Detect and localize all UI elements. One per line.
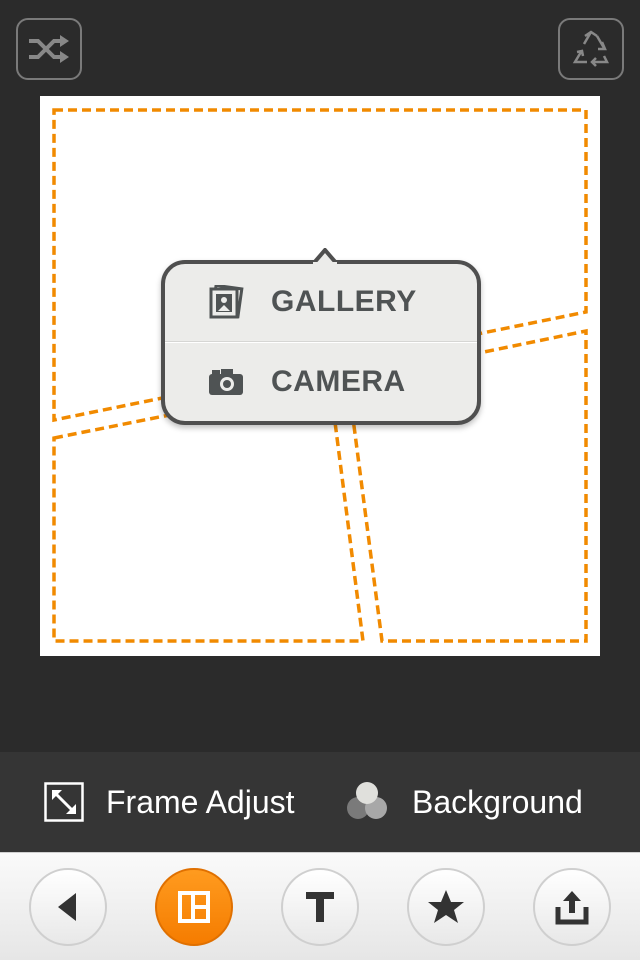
gallery-label: GALLERY [271,285,417,318]
frame-adjust-icon [44,782,84,822]
text-button[interactable] [281,868,359,946]
shuffle-icon [29,35,69,63]
share-icon [555,891,589,925]
layout-icon [178,891,210,923]
back-button[interactable] [29,868,107,946]
frame-adjust-button[interactable]: Frame Adjust [44,752,295,852]
back-icon [58,893,76,921]
recycle-icon [572,30,610,67]
star-icon [428,890,464,923]
camera-label: CAMERA [271,365,406,398]
popover-arrow [313,248,337,264]
option-bar: Frame Adjust Background [0,752,640,852]
background-label: Background [412,783,583,820]
camera-option[interactable]: CAMERA [165,344,477,420]
recycle-button[interactable] [558,18,624,80]
gallery-icon [207,283,245,321]
shuffle-button[interactable] [16,18,82,80]
photo-source-popover: GALLERY CAMERA [161,248,481,425]
background-icon [347,782,387,819]
background-button[interactable]: Background [344,752,583,852]
gallery-option[interactable]: GALLERY [165,264,477,340]
popover-divider [165,341,477,343]
layout-button[interactable] [155,868,233,946]
share-button[interactable] [533,868,611,946]
frame-adjust-label: Frame Adjust [106,783,295,820]
sticker-button[interactable] [407,868,485,946]
camera-icon [207,363,245,401]
text-icon [306,892,334,922]
bottom-toolbar [0,852,640,960]
collage-canvas[interactable]: GALLERY CAMERA [40,96,600,656]
